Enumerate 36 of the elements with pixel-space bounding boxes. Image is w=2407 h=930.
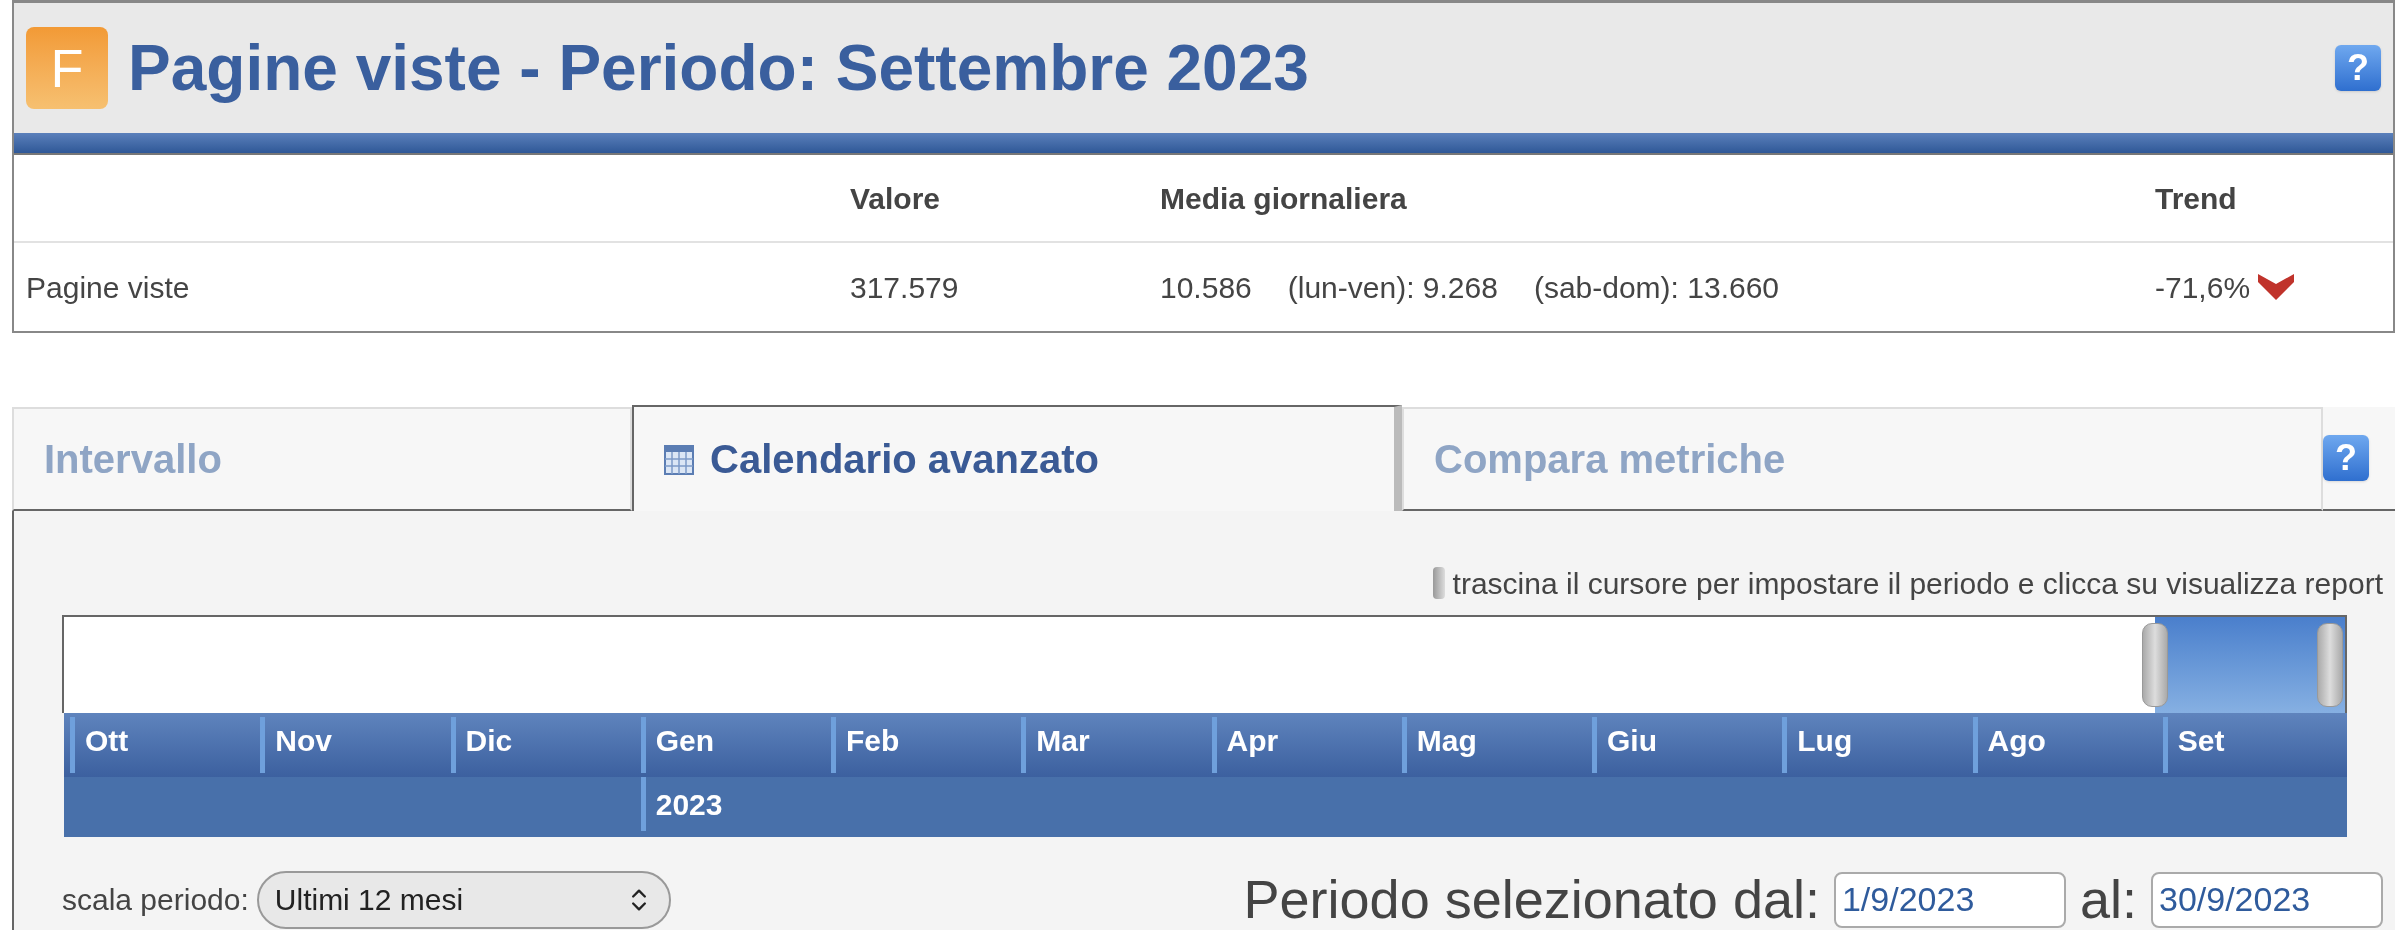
month-label: Ott (85, 724, 129, 757)
month-label: Gen (655, 724, 715, 757)
table-cell-text: -71,6% (2155, 269, 2251, 306)
table-cell-text: (sab-dom): 13.660 (1533, 269, 1780, 306)
month-label: Set (2177, 724, 2225, 757)
column-header: Media giornaliera (1160, 180, 1408, 217)
table-cell-text: Pagine viste (25, 269, 191, 306)
month-label: Dic (465, 724, 513, 757)
table-cell-text: 317.579 (850, 269, 960, 306)
period-label: al: (2079, 868, 2137, 930)
month-label: Ago (1987, 724, 2046, 757)
calendar-icon (664, 443, 694, 475)
tab[interactable]: Calendario avanzato (632, 405, 1402, 511)
handle-icon (1432, 567, 1445, 599)
date-field[interactable]: 30/9/2023 (2151, 871, 2383, 928)
month-label: Mag (1416, 724, 1477, 757)
date-field[interactable]: 1/9/2023 (1833, 871, 2066, 928)
scale-label: scala periodo: (62, 882, 249, 918)
month-label: Mar (1036, 724, 1090, 757)
month-label: Giu (1607, 724, 1657, 757)
month-label: Nov (275, 724, 332, 757)
month-label: Apr (1226, 724, 1279, 757)
slider-handle[interactable] (2317, 623, 2343, 707)
month-label: Lug (1797, 724, 1853, 757)
app-logo: F (26, 27, 108, 109)
page-title: Pagine viste - Periodo: Settembre 2023 (128, 31, 1310, 106)
column-header: Trend (2155, 180, 2237, 217)
scale-select[interactable]: Ultimi 12 mesi (256, 870, 671, 929)
year-label: 2023 (655, 786, 723, 823)
month-label: Feb (846, 724, 900, 757)
table-cell-text: (lun-ven): 9.268 (1287, 269, 1498, 306)
column-header: Valore (850, 180, 942, 217)
slider-handle[interactable] (2141, 623, 2168, 707)
period-label: Periodo selezionato dal: (1243, 868, 1820, 930)
hint-text: trascina il cursore per impostare il periodo e clicca su visualizza report (1452, 565, 2383, 602)
table-cell-text: 10.586 (1160, 269, 1252, 306)
